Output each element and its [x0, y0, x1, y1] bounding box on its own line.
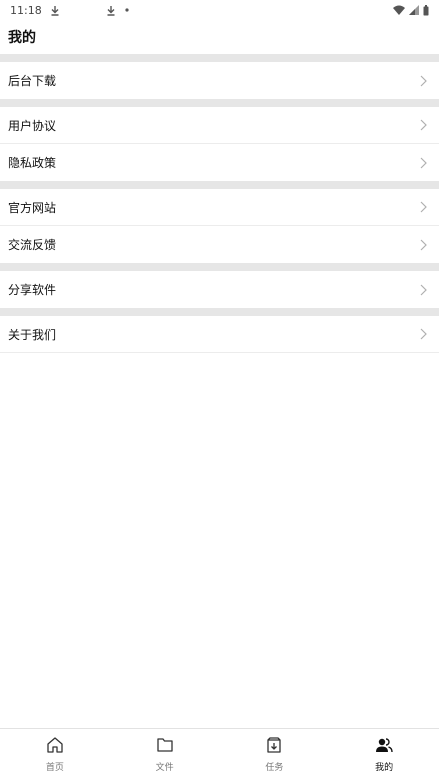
section-separator [0, 308, 439, 316]
users-icon [375, 736, 393, 758]
menu-item-background-download[interactable]: 后台下载 [0, 62, 439, 99]
menu-item-privacy-policy[interactable]: 隐私政策 [0, 144, 439, 181]
status-time: 11:18 [10, 3, 42, 17]
menu-item-label: 分享软件 [8, 283, 57, 297]
chevron-right-icon [420, 239, 427, 251]
tab-label: 我的 [375, 763, 394, 773]
menu-item-share-software[interactable]: 分享软件 [0, 271, 439, 308]
chevron-right-icon [420, 157, 427, 169]
status-bar: 11:18 [0, 0, 439, 20]
download-notification-icon [106, 5, 116, 16]
signal-icon [409, 5, 419, 15]
menu-item-label: 交流反馈 [8, 238, 57, 252]
page-title: 我的 [8, 30, 36, 46]
menu-item-official-website[interactable]: 官方网站 [0, 189, 439, 226]
chevron-right-icon [420, 284, 427, 296]
tab-label: 文件 [155, 763, 174, 773]
menu-item-label: 用户协议 [8, 118, 57, 133]
status-right [393, 4, 429, 16]
tab-label: 任务 [265, 763, 284, 773]
section-separator [0, 181, 439, 189]
menu-item-label: 隐私政策 [8, 156, 57, 170]
chevron-right-icon [420, 119, 427, 131]
chevron-right-icon [420, 75, 427, 87]
screen: 11:18 我的 后台下载 用户协议 隐私政策 官方网站 交流反馈 分享软件 关… [0, 0, 439, 780]
tab-tasks[interactable]: 任务 [220, 729, 330, 780]
tab-label: 首页 [45, 763, 64, 773]
menu-item-label: 官方网站 [8, 200, 57, 215]
menu-item-user-agreement[interactable]: 用户协议 [0, 107, 439, 144]
tab-home[interactable]: 首页 [0, 729, 110, 780]
folder-icon [156, 736, 174, 758]
section-separator [0, 263, 439, 271]
page-header: 我的 [0, 20, 439, 54]
chevron-right-icon [420, 328, 427, 340]
menu-item-label: 关于我们 [8, 327, 57, 342]
wifi-icon [393, 5, 405, 15]
settings-list: 后台下载 用户协议 隐私政策 官方网站 交流反馈 分享软件 关于我们 [0, 54, 439, 353]
menu-item-label: 后台下载 [8, 74, 57, 88]
battery-icon [423, 4, 429, 16]
home-icon [46, 736, 64, 758]
tab-files[interactable]: 文件 [110, 729, 220, 780]
tab-mine[interactable]: 我的 [329, 729, 439, 780]
download-notification-icon [50, 5, 60, 16]
menu-item-about-us[interactable]: 关于我们 [0, 316, 439, 353]
task-download-icon [265, 736, 283, 758]
chevron-right-icon [420, 201, 427, 213]
status-left: 11:18 [10, 4, 130, 17]
section-separator [0, 99, 439, 107]
bottom-tab-bar: 首页 文件 任务 我的 [0, 728, 439, 780]
section-separator [0, 54, 439, 62]
menu-item-feedback[interactable]: 交流反馈 [0, 226, 439, 263]
notification-dot-icon [124, 7, 130, 13]
